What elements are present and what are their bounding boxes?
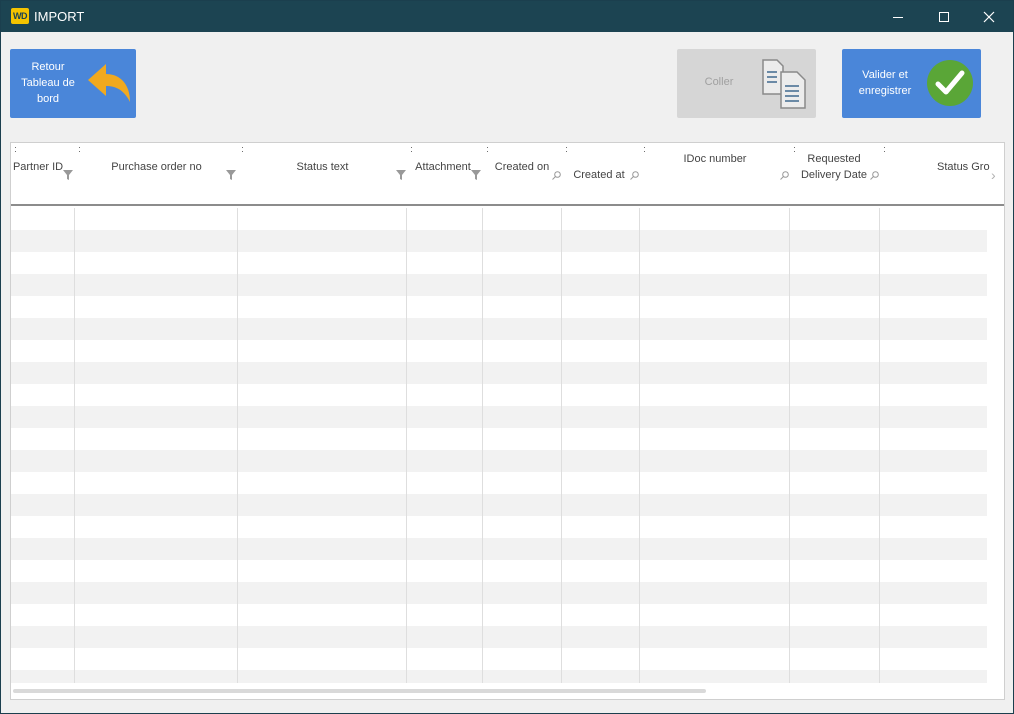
table-row[interactable] bbox=[11, 274, 987, 296]
table-row[interactable] bbox=[11, 450, 987, 472]
table-row[interactable] bbox=[11, 384, 987, 406]
column-grip-icon: · · bbox=[78, 142, 81, 156]
table-row[interactable] bbox=[11, 648, 987, 670]
search-icon[interactable] bbox=[630, 171, 639, 180]
maximize-icon bbox=[939, 11, 949, 22]
column-divider bbox=[406, 208, 407, 683]
table-row[interactable] bbox=[11, 604, 987, 626]
column-divider bbox=[639, 208, 640, 683]
close-button[interactable] bbox=[966, 1, 1012, 32]
column-label: Created on bbox=[494, 161, 550, 173]
filter-icon[interactable] bbox=[63, 170, 73, 180]
coller-button[interactable]: Coller bbox=[677, 49, 816, 118]
minimize-icon bbox=[893, 16, 903, 18]
column-header-purchase-order-no[interactable]: · · Purchase order no bbox=[75, 143, 238, 204]
windev-logo-icon: WD bbox=[11, 8, 29, 24]
filter-icon[interactable] bbox=[471, 170, 481, 180]
table-body bbox=[11, 208, 987, 683]
column-label: Created at bbox=[573, 169, 625, 181]
column-grip-icon: · · bbox=[883, 143, 886, 156]
column-divider bbox=[74, 208, 75, 683]
column-grip-icon: · · bbox=[486, 142, 489, 156]
retour-button-label: Retour Tableau de bord bbox=[21, 61, 75, 105]
search-icon[interactable] bbox=[552, 171, 561, 180]
scroll-right-chevron-icon[interactable]: › bbox=[991, 167, 996, 183]
table-row[interactable] bbox=[11, 560, 987, 582]
column-header-status-text[interactable]: · · Status text bbox=[238, 143, 407, 204]
column-header-partner-id[interactable]: · · Partner ID bbox=[11, 143, 75, 204]
retour-tableau-de-bord-button[interactable]: Retour Tableau de bord bbox=[10, 49, 136, 118]
table-row[interactable] bbox=[11, 252, 987, 274]
filter-icon[interactable] bbox=[396, 170, 406, 180]
minimize-button[interactable] bbox=[875, 1, 921, 32]
title-bar: WD IMPORT bbox=[1, 1, 1013, 32]
undo-arrow-icon bbox=[88, 64, 130, 102]
table-header: · · Partner ID · · Purchase order no · · St… bbox=[11, 143, 1004, 206]
valider-et-enregistrer-button[interactable]: Valider et enregistrer bbox=[842, 49, 981, 118]
maximize-button[interactable] bbox=[921, 1, 967, 32]
table-row[interactable] bbox=[11, 296, 987, 318]
column-divider bbox=[237, 208, 238, 683]
column-header-created-at[interactable]: · · Created at bbox=[562, 143, 640, 204]
column-divider bbox=[482, 208, 483, 683]
table-row[interactable] bbox=[11, 626, 987, 648]
column-label: Purchase order no bbox=[111, 161, 202, 173]
table-row[interactable] bbox=[11, 208, 987, 230]
column-divider bbox=[879, 208, 880, 683]
column-label: Partner ID bbox=[12, 161, 64, 173]
horizontal-scrollbar[interactable] bbox=[13, 689, 706, 693]
column-header-created-on[interactable]: · · Created on bbox=[483, 143, 562, 204]
column-label: IDoc number bbox=[683, 153, 747, 165]
table-row[interactable] bbox=[11, 516, 987, 538]
import-window: WD IMPORT Retour Tableau de bord Coller bbox=[0, 0, 1014, 714]
column-grip-icon: · · bbox=[565, 142, 568, 156]
search-icon[interactable] bbox=[870, 171, 879, 180]
column-grip-icon: · · bbox=[14, 142, 17, 156]
table-row[interactable] bbox=[11, 340, 987, 362]
paste-documents-icon bbox=[762, 59, 806, 109]
coller-button-label: Coller bbox=[704, 76, 734, 88]
valider-button-label: Valider et enregistrer bbox=[858, 69, 912, 97]
import-table[interactable]: · · Partner ID · · Purchase order no · · St… bbox=[10, 142, 1005, 700]
table-row[interactable] bbox=[11, 538, 987, 560]
column-header-status-group[interactable]: · · Status Gro bbox=[880, 143, 990, 204]
column-grip-icon: · · bbox=[410, 142, 413, 156]
column-label: Status text bbox=[296, 161, 349, 173]
table-row[interactable] bbox=[11, 428, 987, 450]
close-icon bbox=[983, 11, 995, 22]
column-header-attachment[interactable]: · · Attachment bbox=[407, 143, 483, 204]
column-divider bbox=[561, 208, 562, 683]
table-row[interactable] bbox=[11, 230, 987, 252]
column-label: Requested Delivery Date bbox=[800, 153, 868, 181]
checkmark-icon bbox=[927, 60, 973, 106]
table-row[interactable] bbox=[11, 582, 987, 604]
table-row[interactable] bbox=[11, 362, 987, 384]
column-label: Status Gro bbox=[937, 161, 990, 173]
column-header-idoc-number[interactable]: · · IDoc number bbox=[640, 143, 790, 204]
window-title: IMPORT bbox=[34, 9, 85, 24]
table-row[interactable] bbox=[11, 472, 987, 494]
column-header-requested-delivery-date[interactable]: · · Requested Delivery Date bbox=[790, 143, 880, 204]
table-row[interactable] bbox=[11, 494, 987, 516]
column-label: Attachment bbox=[415, 161, 471, 173]
table-row[interactable] bbox=[11, 670, 987, 683]
table-row[interactable] bbox=[11, 406, 987, 428]
filter-icon[interactable] bbox=[226, 170, 236, 180]
search-icon[interactable] bbox=[780, 171, 789, 180]
column-grip-icon: · · bbox=[241, 142, 244, 156]
table-row[interactable] bbox=[11, 318, 987, 340]
column-divider bbox=[789, 208, 790, 683]
